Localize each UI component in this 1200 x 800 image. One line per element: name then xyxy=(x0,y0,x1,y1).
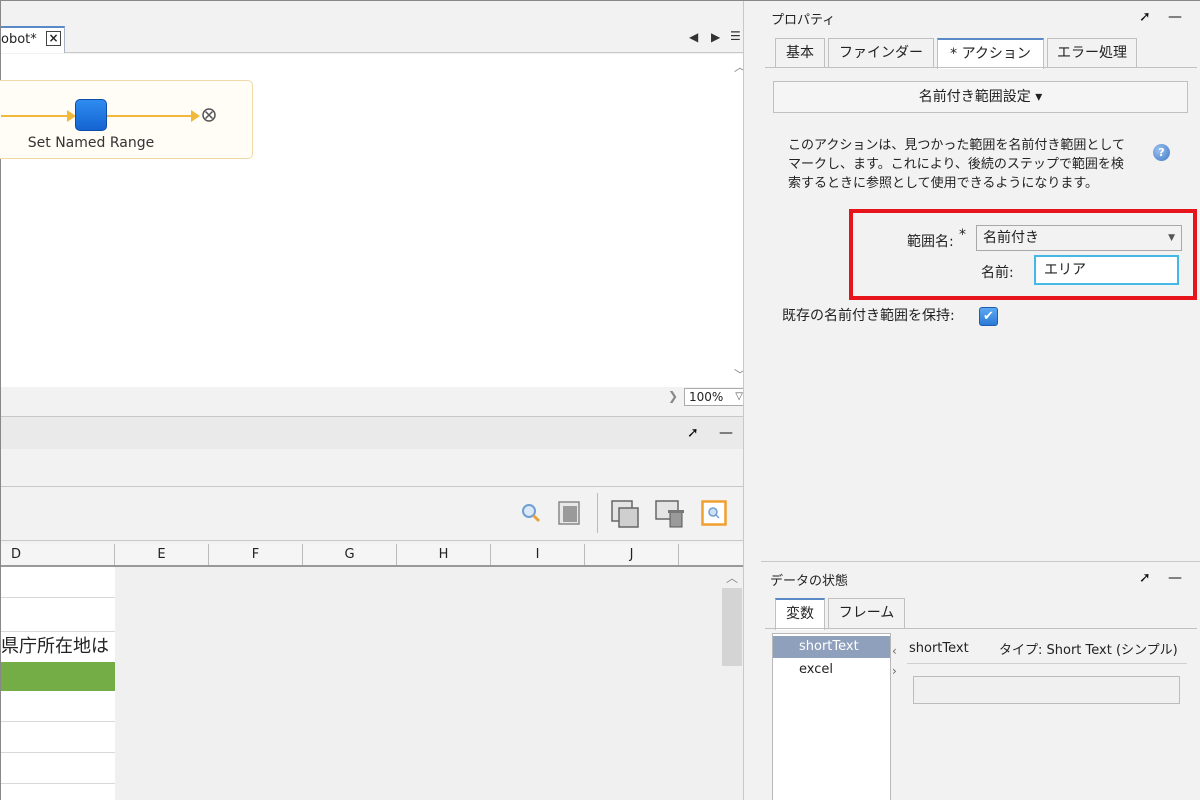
tab-divider xyxy=(765,67,1197,68)
pin-icon[interactable]: ➚ xyxy=(1139,570,1151,586)
variable-divider xyxy=(907,663,1187,664)
variable-item[interactable]: shortText xyxy=(773,636,890,658)
variable-nav-icons[interactable]: ‹ › xyxy=(892,641,897,681)
tab-next-icon[interactable]: ▶ xyxy=(711,30,720,44)
lower-panel-blank xyxy=(1,449,749,487)
grid-cell[interactable] xyxy=(1,753,115,784)
scroll-up-icon[interactable]: ︿ xyxy=(723,569,741,586)
name-label: 名前: xyxy=(981,265,1014,281)
tab-error-handling[interactable]: エラー処理 xyxy=(1047,38,1137,68)
range-name-label: 範囲名: xyxy=(907,234,954,250)
variable-value-field[interactable] xyxy=(913,676,1180,704)
action-type-dropdown[interactable]: 名前付き範囲設定 ▾ xyxy=(773,81,1188,113)
column-header[interactable]: F xyxy=(209,544,303,565)
search-icon[interactable] xyxy=(519,501,545,527)
name-input[interactable]: エリア xyxy=(1034,255,1179,285)
pin-icon[interactable]: ➚ xyxy=(687,425,699,441)
grid-cell[interactable] xyxy=(1,567,115,598)
column-header[interactable]: H xyxy=(397,544,491,565)
flow-arrow xyxy=(191,110,200,122)
keep-existing-label: 既存の名前付き範囲を保持: xyxy=(782,308,955,324)
step-label: Set Named Range xyxy=(27,135,155,151)
copy-window-icon[interactable] xyxy=(610,499,640,529)
zoom-select[interactable]: 100% ▽ xyxy=(684,388,747,406)
editor-tab-bar xyxy=(1,1,749,53)
delete-window-icon[interactable] xyxy=(654,499,686,529)
selected-variable-type: タイプ: Short Text (シンプル) xyxy=(999,643,1178,658)
editor-tab-label: obot* xyxy=(1,32,37,47)
grid-cell[interactable] xyxy=(1,722,115,753)
variable-item[interactable]: excel xyxy=(773,659,890,681)
tab-action[interactable]: * アクション xyxy=(937,38,1044,69)
grid-scroll-thumb[interactable] xyxy=(722,588,742,666)
toolbar-separator xyxy=(597,493,598,533)
column-header[interactable]: I xyxy=(491,544,585,565)
column-header[interactable]: G xyxy=(303,544,397,565)
chevron-down-icon: ▽ xyxy=(735,391,743,402)
tab-list-icon[interactable]: ☰ xyxy=(730,29,741,43)
tab-frames[interactable]: フレーム xyxy=(828,598,905,629)
tab-divider xyxy=(765,628,1197,629)
tab-prev-icon[interactable]: ◀ xyxy=(689,30,698,44)
data-state-title: データの状態 xyxy=(770,574,849,589)
column-header[interactable]: J xyxy=(585,544,679,565)
set-named-range-step[interactable] xyxy=(75,99,107,131)
flow-end-icon[interactable] xyxy=(201,107,217,123)
tab-basic[interactable]: 基本 xyxy=(775,38,825,68)
tab-variables[interactable]: 変数 xyxy=(775,598,825,630)
range-name-value: 名前付き xyxy=(983,230,1039,246)
grid-cell-highlighted[interactable] xyxy=(1,662,115,691)
grid-cell-prefecture[interactable]: 県庁所在地は xyxy=(1,632,115,662)
highlight-search-icon[interactable] xyxy=(701,500,727,526)
required-marker: * xyxy=(959,227,966,243)
minimize-icon[interactable]: — xyxy=(1168,570,1182,586)
variable-list[interactable]: shortText excel xyxy=(772,633,891,800)
action-description: このアクションは、見つかった範囲を名前付き範囲としてマークし、ます。これにより、… xyxy=(788,138,1125,191)
help-icon[interactable]: ? xyxy=(1153,144,1170,161)
panel-splitter[interactable] xyxy=(743,1,761,800)
flow-connector xyxy=(107,115,193,117)
properties-title: プロパティ xyxy=(771,13,836,28)
zoom-value: 100% xyxy=(689,390,724,404)
expand-icon[interactable]: ❯ xyxy=(668,389,678,403)
range-name-select[interactable]: 名前付き ▼ xyxy=(976,225,1182,251)
editor-status-bar xyxy=(1,387,749,417)
grid-cell[interactable] xyxy=(1,598,115,632)
column-header[interactable]: D xyxy=(1,544,115,565)
minimize-icon[interactable]: — xyxy=(719,425,733,441)
grid-cell[interactable] xyxy=(1,691,115,722)
editor-tab[interactable]: obot* × xyxy=(1,26,65,53)
grid-column-header: D E F G H I J xyxy=(1,544,743,567)
flow-connector xyxy=(1,115,71,117)
lower-panel-header xyxy=(1,417,749,449)
chevron-down-icon: ▼ xyxy=(1168,233,1175,243)
selected-variable-name: shortText xyxy=(909,641,969,656)
document-icon[interactable] xyxy=(557,500,583,526)
column-header[interactable]: E xyxy=(115,544,209,565)
close-icon[interactable]: × xyxy=(46,31,61,46)
tab-finder[interactable]: ファインダー xyxy=(828,38,934,68)
keep-existing-checkbox[interactable]: ✔ xyxy=(979,307,998,326)
pin-icon[interactable]: ➚ xyxy=(1139,9,1151,25)
minimize-icon[interactable]: — xyxy=(1168,9,1182,25)
